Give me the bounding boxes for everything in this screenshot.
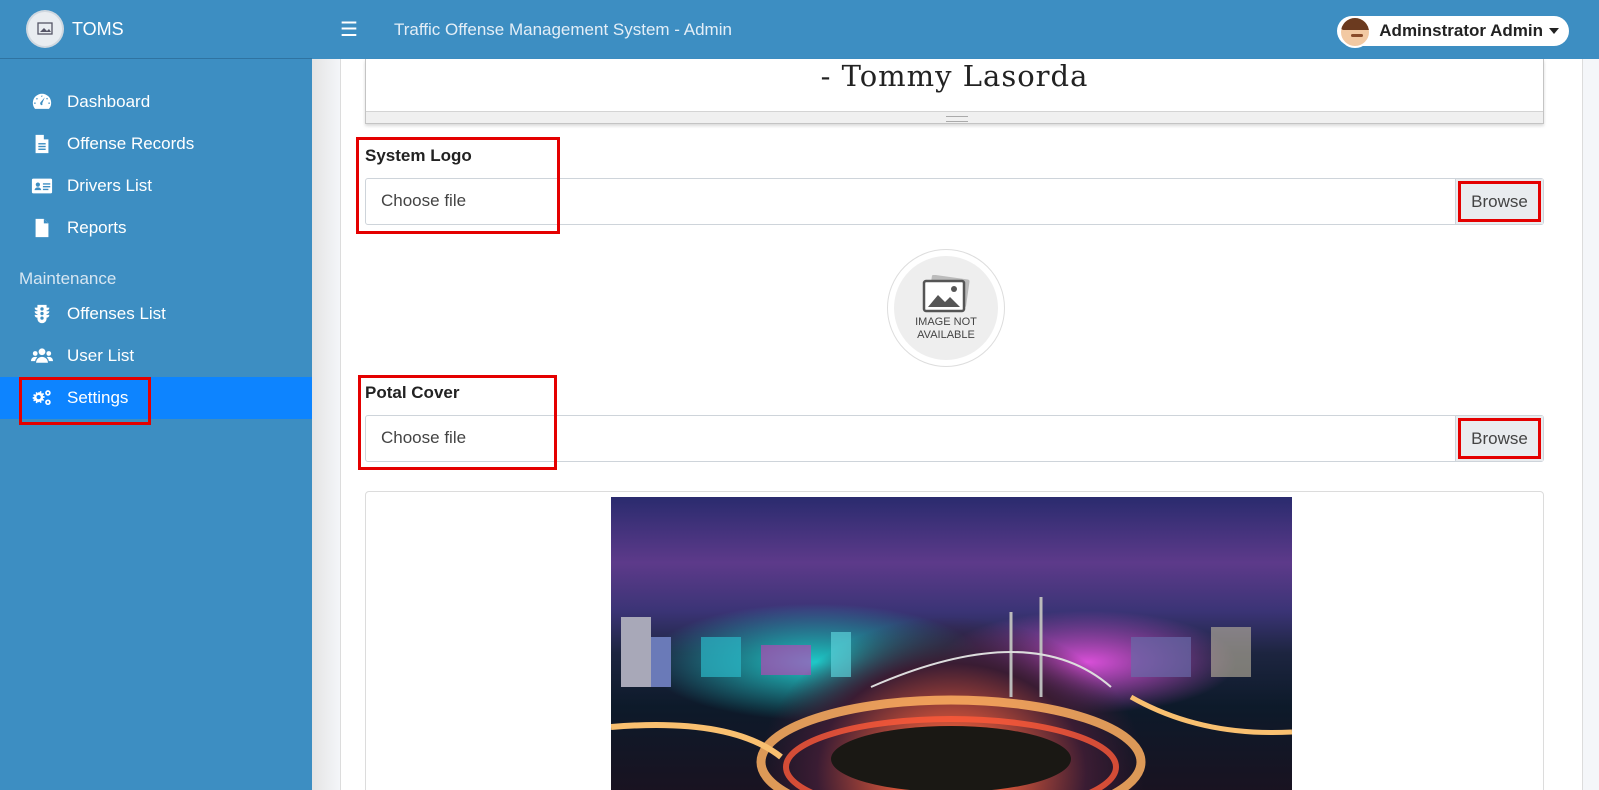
cover-image xyxy=(611,497,1292,790)
sidebar-item-offense-records[interactable]: Offense Records xyxy=(0,123,312,165)
settings-card: - Tommy Lasorda System Logo Choose file … xyxy=(340,59,1583,790)
avatar xyxy=(1339,16,1372,48)
rich-text-editor[interactable]: - Tommy Lasorda xyxy=(365,59,1544,124)
sidebar-item-label: Settings xyxy=(67,388,129,407)
logo-placeholder: IMAGE NOT AVAILABLE xyxy=(894,256,998,360)
sidebar-nav: Dashboard Offense Records Drivers List R… xyxy=(0,59,312,425)
image-not-available-line-1: IMAGE NOT xyxy=(915,316,977,328)
user-name: Adminstrator Admin xyxy=(1379,21,1543,40)
sidebar-item-label: User List xyxy=(67,346,135,365)
sidebar-item-reports[interactable]: Reports xyxy=(0,207,312,249)
file-icon xyxy=(29,217,55,239)
sidebar-item-label: Dashboard xyxy=(67,92,151,111)
caret-down-icon xyxy=(1549,28,1559,34)
sidebar-item-label: Offense Records xyxy=(67,134,195,153)
image-placeholder-icon xyxy=(922,275,970,313)
sidebar-item-settings[interactable]: Settings xyxy=(0,377,312,425)
logo-image-icon xyxy=(37,22,53,35)
highlight-box xyxy=(356,137,560,234)
traffic-light-icon xyxy=(29,303,55,325)
sidebar-item-dashboard[interactable]: Dashboard xyxy=(0,81,312,123)
page-title: Traffic Offense Management System - Admi… xyxy=(394,19,732,39)
browse-button[interactable]: Browse xyxy=(1455,416,1543,461)
menu-toggle-icon[interactable]: ☰ xyxy=(340,17,364,42)
editor-resize-handle[interactable] xyxy=(366,111,1543,123)
sidebar-item-offenses-list[interactable]: Offenses List xyxy=(0,293,312,335)
maintenance-header: Maintenance xyxy=(19,269,117,288)
cover-preview-frame xyxy=(365,491,1544,790)
quote-author: - Tommy Lasorda xyxy=(820,59,1089,93)
content-shadow xyxy=(312,59,340,790)
city-night-image xyxy=(611,597,1292,790)
content-area: - Tommy Lasorda System Logo Choose file … xyxy=(312,59,1599,790)
users-icon xyxy=(29,345,55,367)
brand-logo xyxy=(28,12,62,46)
sidebar-item-label: Drivers List xyxy=(67,176,153,195)
sidebar-item-drivers-list[interactable]: Drivers List xyxy=(0,165,312,207)
user-menu[interactable]: Adminstrator Admin xyxy=(1337,16,1569,48)
sidebar-item-label: Offenses List xyxy=(67,304,166,323)
image-not-available-line-2: AVAILABLE xyxy=(917,329,975,341)
tachometer-icon xyxy=(29,91,55,113)
file-icon xyxy=(29,133,55,155)
sidebar-item-user-list[interactable]: User List xyxy=(0,335,312,377)
logo-preview: IMAGE NOT AVAILABLE xyxy=(887,249,1005,367)
brand[interactable]: TOMS xyxy=(0,0,312,59)
topbar: ☰ Traffic Offense Management System - Ad… xyxy=(312,0,1599,59)
sidebar: TOMS Dashboard Offense Records Drivers L… xyxy=(0,0,312,790)
sidebar-item-label: Reports xyxy=(67,218,127,237)
brand-name: TOMS xyxy=(72,18,124,39)
cogs-icon xyxy=(29,387,55,409)
id-card-icon xyxy=(29,175,55,197)
highlight-box xyxy=(358,375,557,470)
browse-button[interactable]: Browse xyxy=(1455,179,1543,224)
